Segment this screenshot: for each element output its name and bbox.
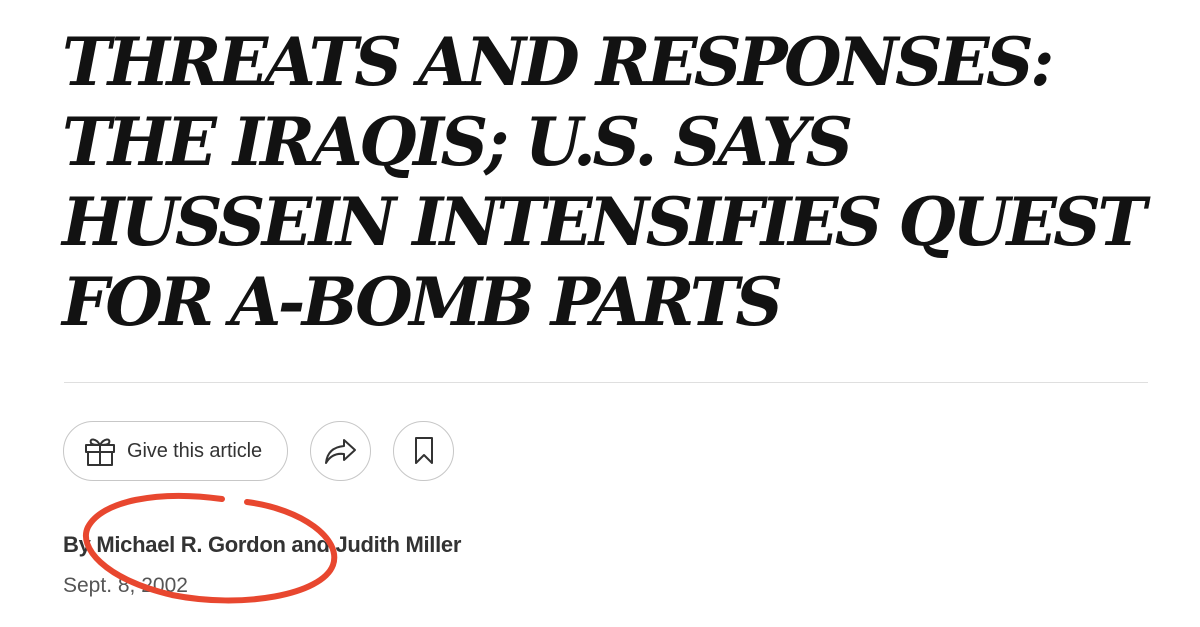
author-link-michael-gordon[interactable]: Michael R. Gordon	[96, 532, 286, 557]
gift-icon	[83, 434, 117, 468]
header-divider	[64, 382, 1148, 383]
save-button[interactable]	[393, 421, 454, 481]
byline-prefix: By	[63, 532, 97, 557]
publish-date: Sept. 8, 2002	[63, 574, 188, 597]
give-article-label: Give this article	[127, 439, 263, 462]
author-link-judith-miller[interactable]: Judith Miller	[335, 532, 461, 557]
article-headline: THREATS AND RESPONSES: THE IRAQIS; U.S. …	[62, 23, 1147, 341]
bookmark-icon	[413, 436, 435, 466]
byline: By Michael R. Gordon and Judith Miller	[63, 532, 461, 558]
give-article-button[interactable]: Give this article	[63, 421, 288, 481]
share-button[interactable]	[310, 421, 371, 481]
share-arrow-icon	[324, 437, 358, 465]
byline-conjunction: and	[285, 532, 336, 557]
